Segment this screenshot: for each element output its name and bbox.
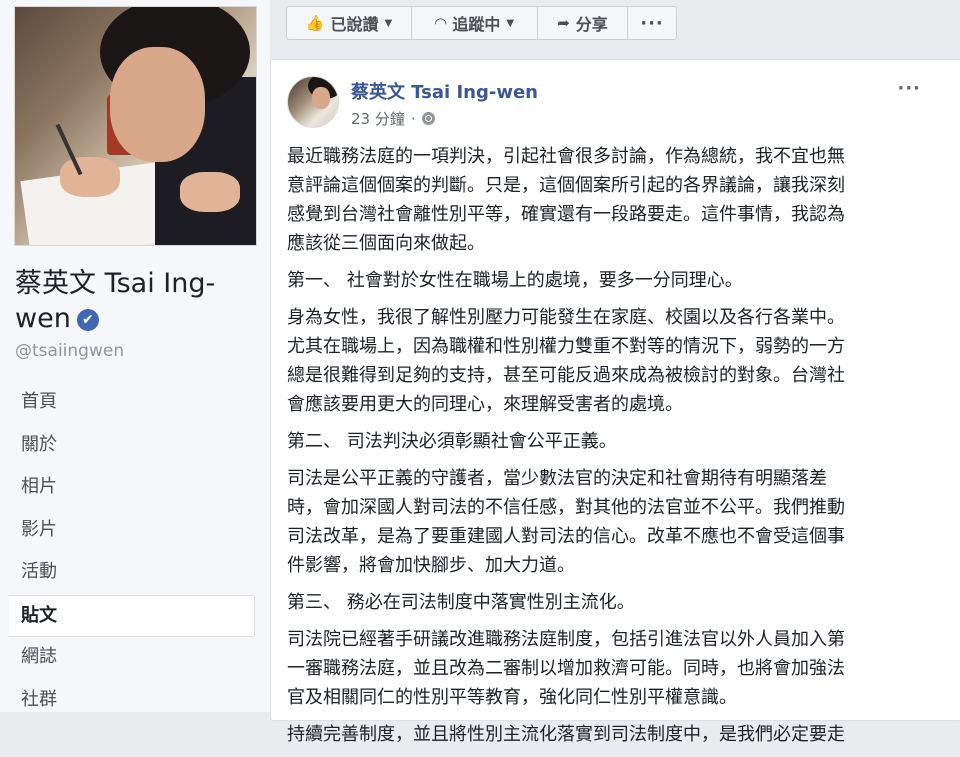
nav-item-photos[interactable]: 相片 <box>9 467 255 510</box>
page-nav: 首頁 關於 相片 影片 活動 貼文 網誌 社群 <box>9 382 255 722</box>
post-timestamp[interactable]: 23 分鐘 <box>351 108 405 129</box>
post-meta: 23 分鐘 · <box>351 108 435 129</box>
post-paragraph: 身為女性，我很了解性別壓力可能發生在家庭、校園以及各行各業中。 尤其在職場上，因… <box>287 307 845 415</box>
nav-item-home[interactable]: 首頁 <box>9 382 255 425</box>
post-body: 最近職務法庭的一項判決，引起社會很多討論，作為總統，我不宜也無 意評論這個個案的… <box>287 142 907 757</box>
chevron-down-icon: ▼ <box>506 17 515 29</box>
liked-button[interactable]: 👍 已說讚 ▼ <box>286 6 412 40</box>
following-label: 追蹤中 <box>452 15 501 34</box>
share-arrow-icon: ➦ <box>557 14 570 32</box>
meta-separator: · <box>410 109 416 128</box>
left-column: 蔡英文 Tsai Ing-wen ✔ @tsaiingwen 首頁 關於 相片 影… <box>0 0 270 712</box>
thumbs-up-icon: 👍 <box>305 14 325 32</box>
post-author[interactable]: 蔡英文 Tsai Ing-wen <box>351 78 538 104</box>
nav-item-notes[interactable]: 網誌 <box>9 637 255 680</box>
rss-icon: ◠ <box>434 14 447 32</box>
nav-item-about[interactable]: 關於 <box>9 425 255 468</box>
nav-item-videos[interactable]: 影片 <box>9 510 255 553</box>
page-handle[interactable]: @tsaiingwen <box>15 341 124 361</box>
share-label: 分享 <box>575 15 608 34</box>
more-options-button[interactable]: ··· <box>627 6 677 40</box>
page-action-bar: 👍 已說讚 ▼ ◠ 追蹤中 ▼ ➦ 分享 ··· <box>286 6 677 40</box>
nav-item-posts[interactable]: 貼文 <box>9 594 255 637</box>
post-paragraph: 持續完善制度，並且將性別主流化落實到司法制度中，是我們必定要走 <box>287 724 845 745</box>
post-paragraph: 第一、 社會對於女性在職場上的處境，要多一分同理心。 <box>287 270 743 291</box>
nav-item-events[interactable]: 活動 <box>9 552 255 595</box>
post-paragraph: 第三、 務必在司法制度中落實性別主流化。 <box>287 592 635 613</box>
post-paragraph: 司法院已經著手研議改進職務法庭制度，包括引進法官以外人員加入第 一審職務法庭，並… <box>287 629 845 708</box>
author-avatar[interactable] <box>287 76 339 128</box>
following-button[interactable]: ◠ 追蹤中 ▼ <box>411 6 538 40</box>
page-name-text[interactable]: 蔡英文 Tsai Ing-wen <box>15 268 215 334</box>
liked-label: 已說讚 <box>330 15 379 34</box>
share-button[interactable]: ➦ 分享 <box>537 6 628 40</box>
post-paragraph: 最近職務法庭的一項判決，引起社會很多討論，作為總統，我不宜也無 意評論這個個案的… <box>287 146 845 254</box>
page-name[interactable]: 蔡英文 Tsai Ing-wen ✔ <box>15 266 255 336</box>
chevron-down-icon: ▼ <box>384 17 393 29</box>
globe-icon[interactable] <box>421 112 435 125</box>
profile-picture[interactable] <box>14 6 257 246</box>
verified-badge-icon: ✔ <box>76 309 99 331</box>
post-paragraph: 司法是公平正義的守護者，當少數法官的決定和社會期待有明顯落差 時，會加深國人對司… <box>287 468 845 576</box>
post-options-button[interactable]: ··· <box>897 78 921 99</box>
nav-item-community[interactable]: 社群 <box>9 680 255 723</box>
post-card: 蔡英文 Tsai Ing-wen 23 分鐘 · ··· 最近職務法庭的一項判決… <box>270 59 960 745</box>
post-paragraph: 第二、 司法判決必須彰顯社會公平正義。 <box>287 431 617 452</box>
